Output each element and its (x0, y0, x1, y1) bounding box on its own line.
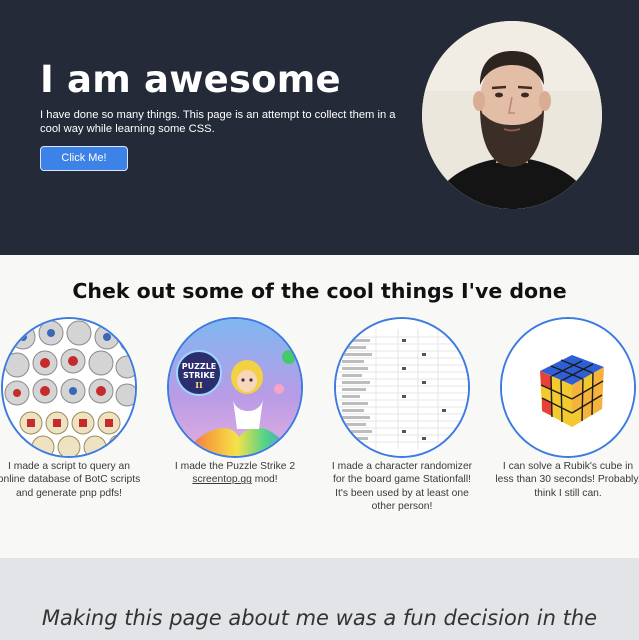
hero-description: I have done so many things. This page is… (40, 109, 396, 135)
hero-title: I am awesome (40, 58, 341, 101)
token-sheet-image (3, 319, 135, 456)
click-me-button[interactable]: Click Me! (40, 146, 128, 171)
project-thumbnail-rubiks[interactable] (500, 317, 636, 458)
rubiks-cube-image (502, 319, 634, 456)
projects-section: Chek out some of the cool things I've do… (0, 255, 639, 558)
caption-text-before: I made the Puzzle Strike 2 (174, 461, 296, 472)
quote-text: Making this page about me was a fun deci… (41, 606, 598, 630)
screentop-link[interactable]: screentop.gg (192, 474, 252, 485)
puzzle-logo-line-2: STRIKE (183, 371, 215, 380)
project-thumbnail-puzzle-strike[interactable]: PUZZLE STRIKE II (167, 317, 303, 458)
profile-photo (422, 21, 602, 209)
project-caption-botc: I made a script to query an online datab… (0, 461, 141, 499)
puzzle-logo-line-1: PUZZLE (182, 362, 217, 371)
project-caption-stationfall: I made a character randomizer for the bo… (331, 461, 473, 513)
project-caption-puzzle-strike: I made the Puzzle Strike 2 screentop.gg … (160, 460, 310, 487)
caption-text-after: mod! (254, 474, 278, 486)
project-thumbnail-stationfall[interactable] (334, 317, 470, 458)
profile-portrait-image (422, 21, 602, 209)
hero-section: I am awesome I have done so many things.… (0, 0, 639, 255)
project-caption-rubiks: I can solve a Rubik's cube in less than … (495, 461, 639, 499)
projects-heading: Chek out some of the cool things I've do… (72, 279, 567, 303)
puzzle-strike-art: PUZZLE STRIKE II (169, 319, 301, 456)
quote-section: Making this page about me was a fun deci… (0, 558, 639, 640)
puzzle-logo-line-3: II (195, 380, 203, 390)
project-thumbnail-botc[interactable] (1, 317, 137, 458)
spreadsheet-image (336, 319, 468, 456)
